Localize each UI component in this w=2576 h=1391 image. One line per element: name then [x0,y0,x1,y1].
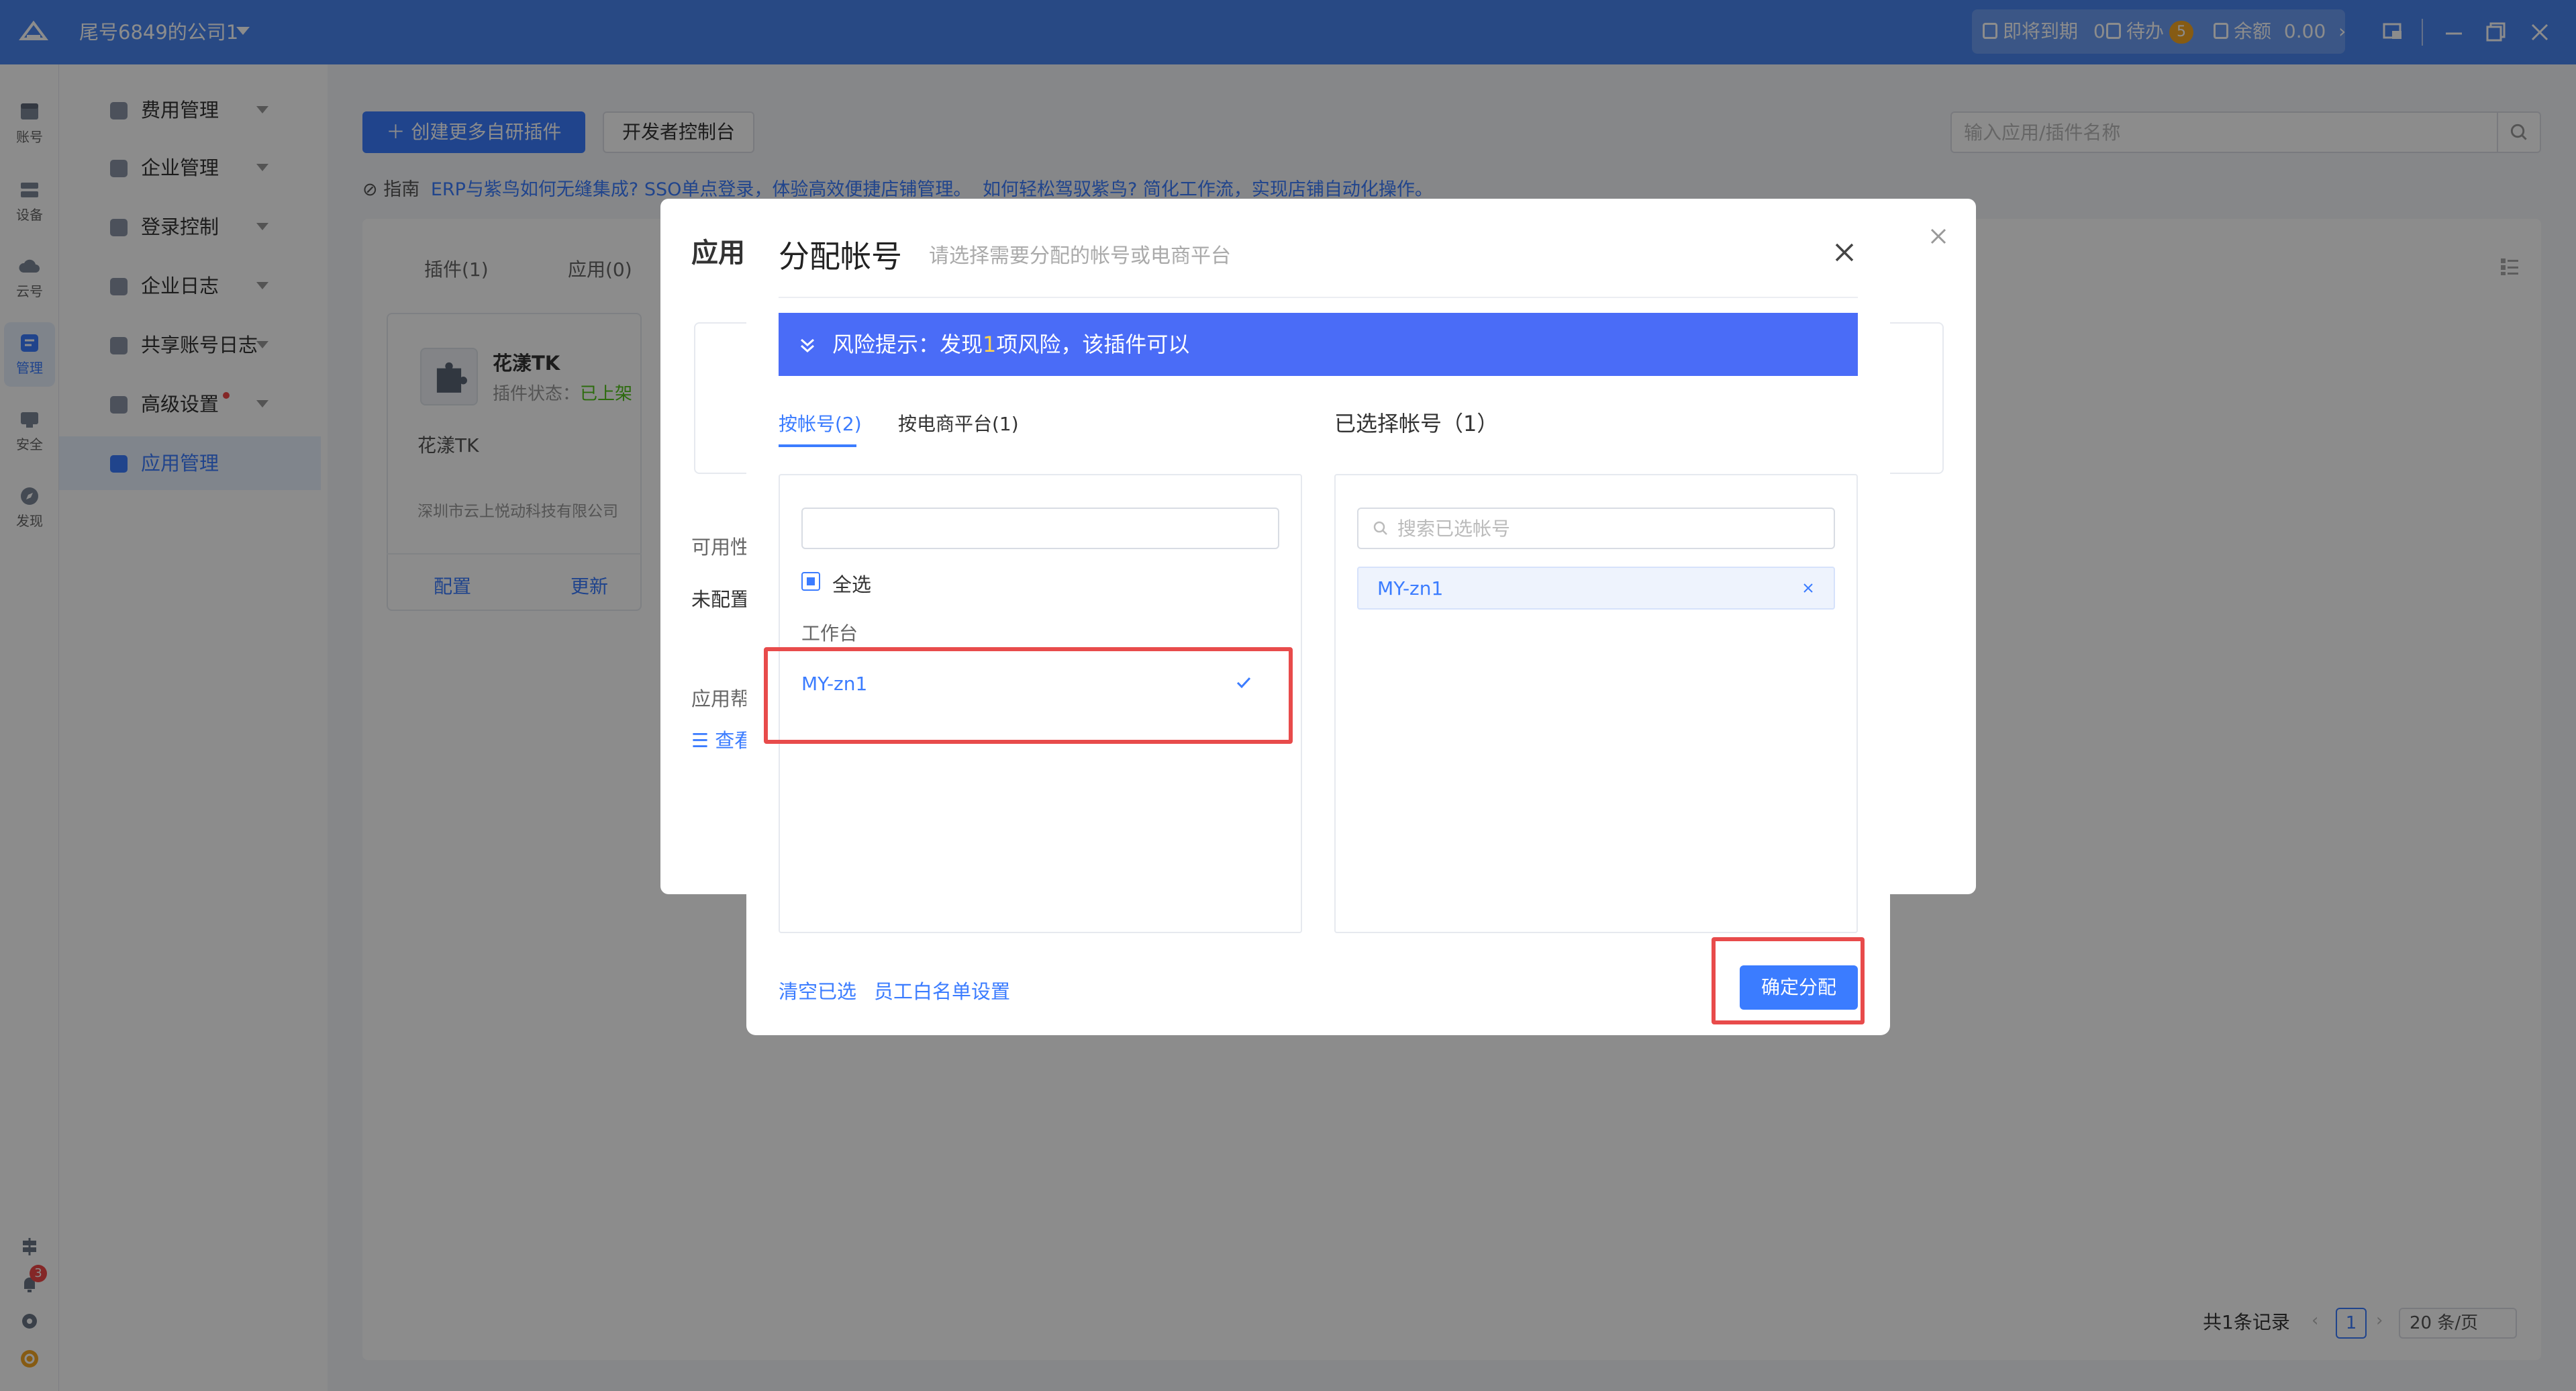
risk-count: 1 [983,332,997,357]
risk-prefix: 风险提示：发现 [832,332,983,357]
group-label: 工作台 [801,622,858,644]
risk-banner[interactable]: 风险提示：发现1项风险，该插件可以 [779,313,1858,376]
remove-icon[interactable] [1801,581,1815,595]
list-icon: ☰ [691,729,715,752]
highlight-box [1712,937,1865,1024]
selected-search [1357,508,1835,549]
double-chevron-down-icon[interactable] [797,336,818,356]
selected-search-input[interactable] [1397,509,1820,548]
search-icon [1373,521,1387,535]
tab-by-platform[interactable]: 按电商平台(1) [898,410,1019,436]
clear-selection-link[interactable]: 清空已选 [779,976,856,1004]
select-all-checkbox[interactable] [801,572,820,591]
close-icon[interactable] [1928,226,1949,247]
whitelist-settings-link[interactable]: 员工白名单设置 [874,976,1010,1004]
account-search-input[interactable] [803,509,1278,548]
availability-label: 可用性 [691,536,750,559]
selected-account-name: MY-zn1 [1377,577,1444,599]
help-label: 应用帮 [691,687,750,710]
tab-by-account[interactable]: 按帐号(2) [779,410,862,436]
modal-subtitle: 请选择需要分配的帐号或电商平台 [929,244,1231,268]
view-link[interactable]: ☰ 查看 [691,725,754,753]
modal-title: 分配帐号 [779,238,902,275]
plugin-detail-title: 应用 [691,238,745,269]
highlight-box [764,647,1293,744]
active-tab-underline [779,444,856,447]
selected-accounts-title: 已选择帐号（1） [1334,411,1499,436]
select-all-label[interactable]: 全选 [832,569,871,597]
checkbox-indeterminate-mark [807,577,815,585]
selected-account-chip: MY-zn1 [1357,567,1835,610]
close-icon[interactable] [1832,240,1856,265]
availability-value: 未配置 [691,588,750,611]
risk-suffix: 项风险，该插件可以 [996,332,1190,357]
account-search [801,508,1279,549]
modal-divider [779,297,1858,298]
